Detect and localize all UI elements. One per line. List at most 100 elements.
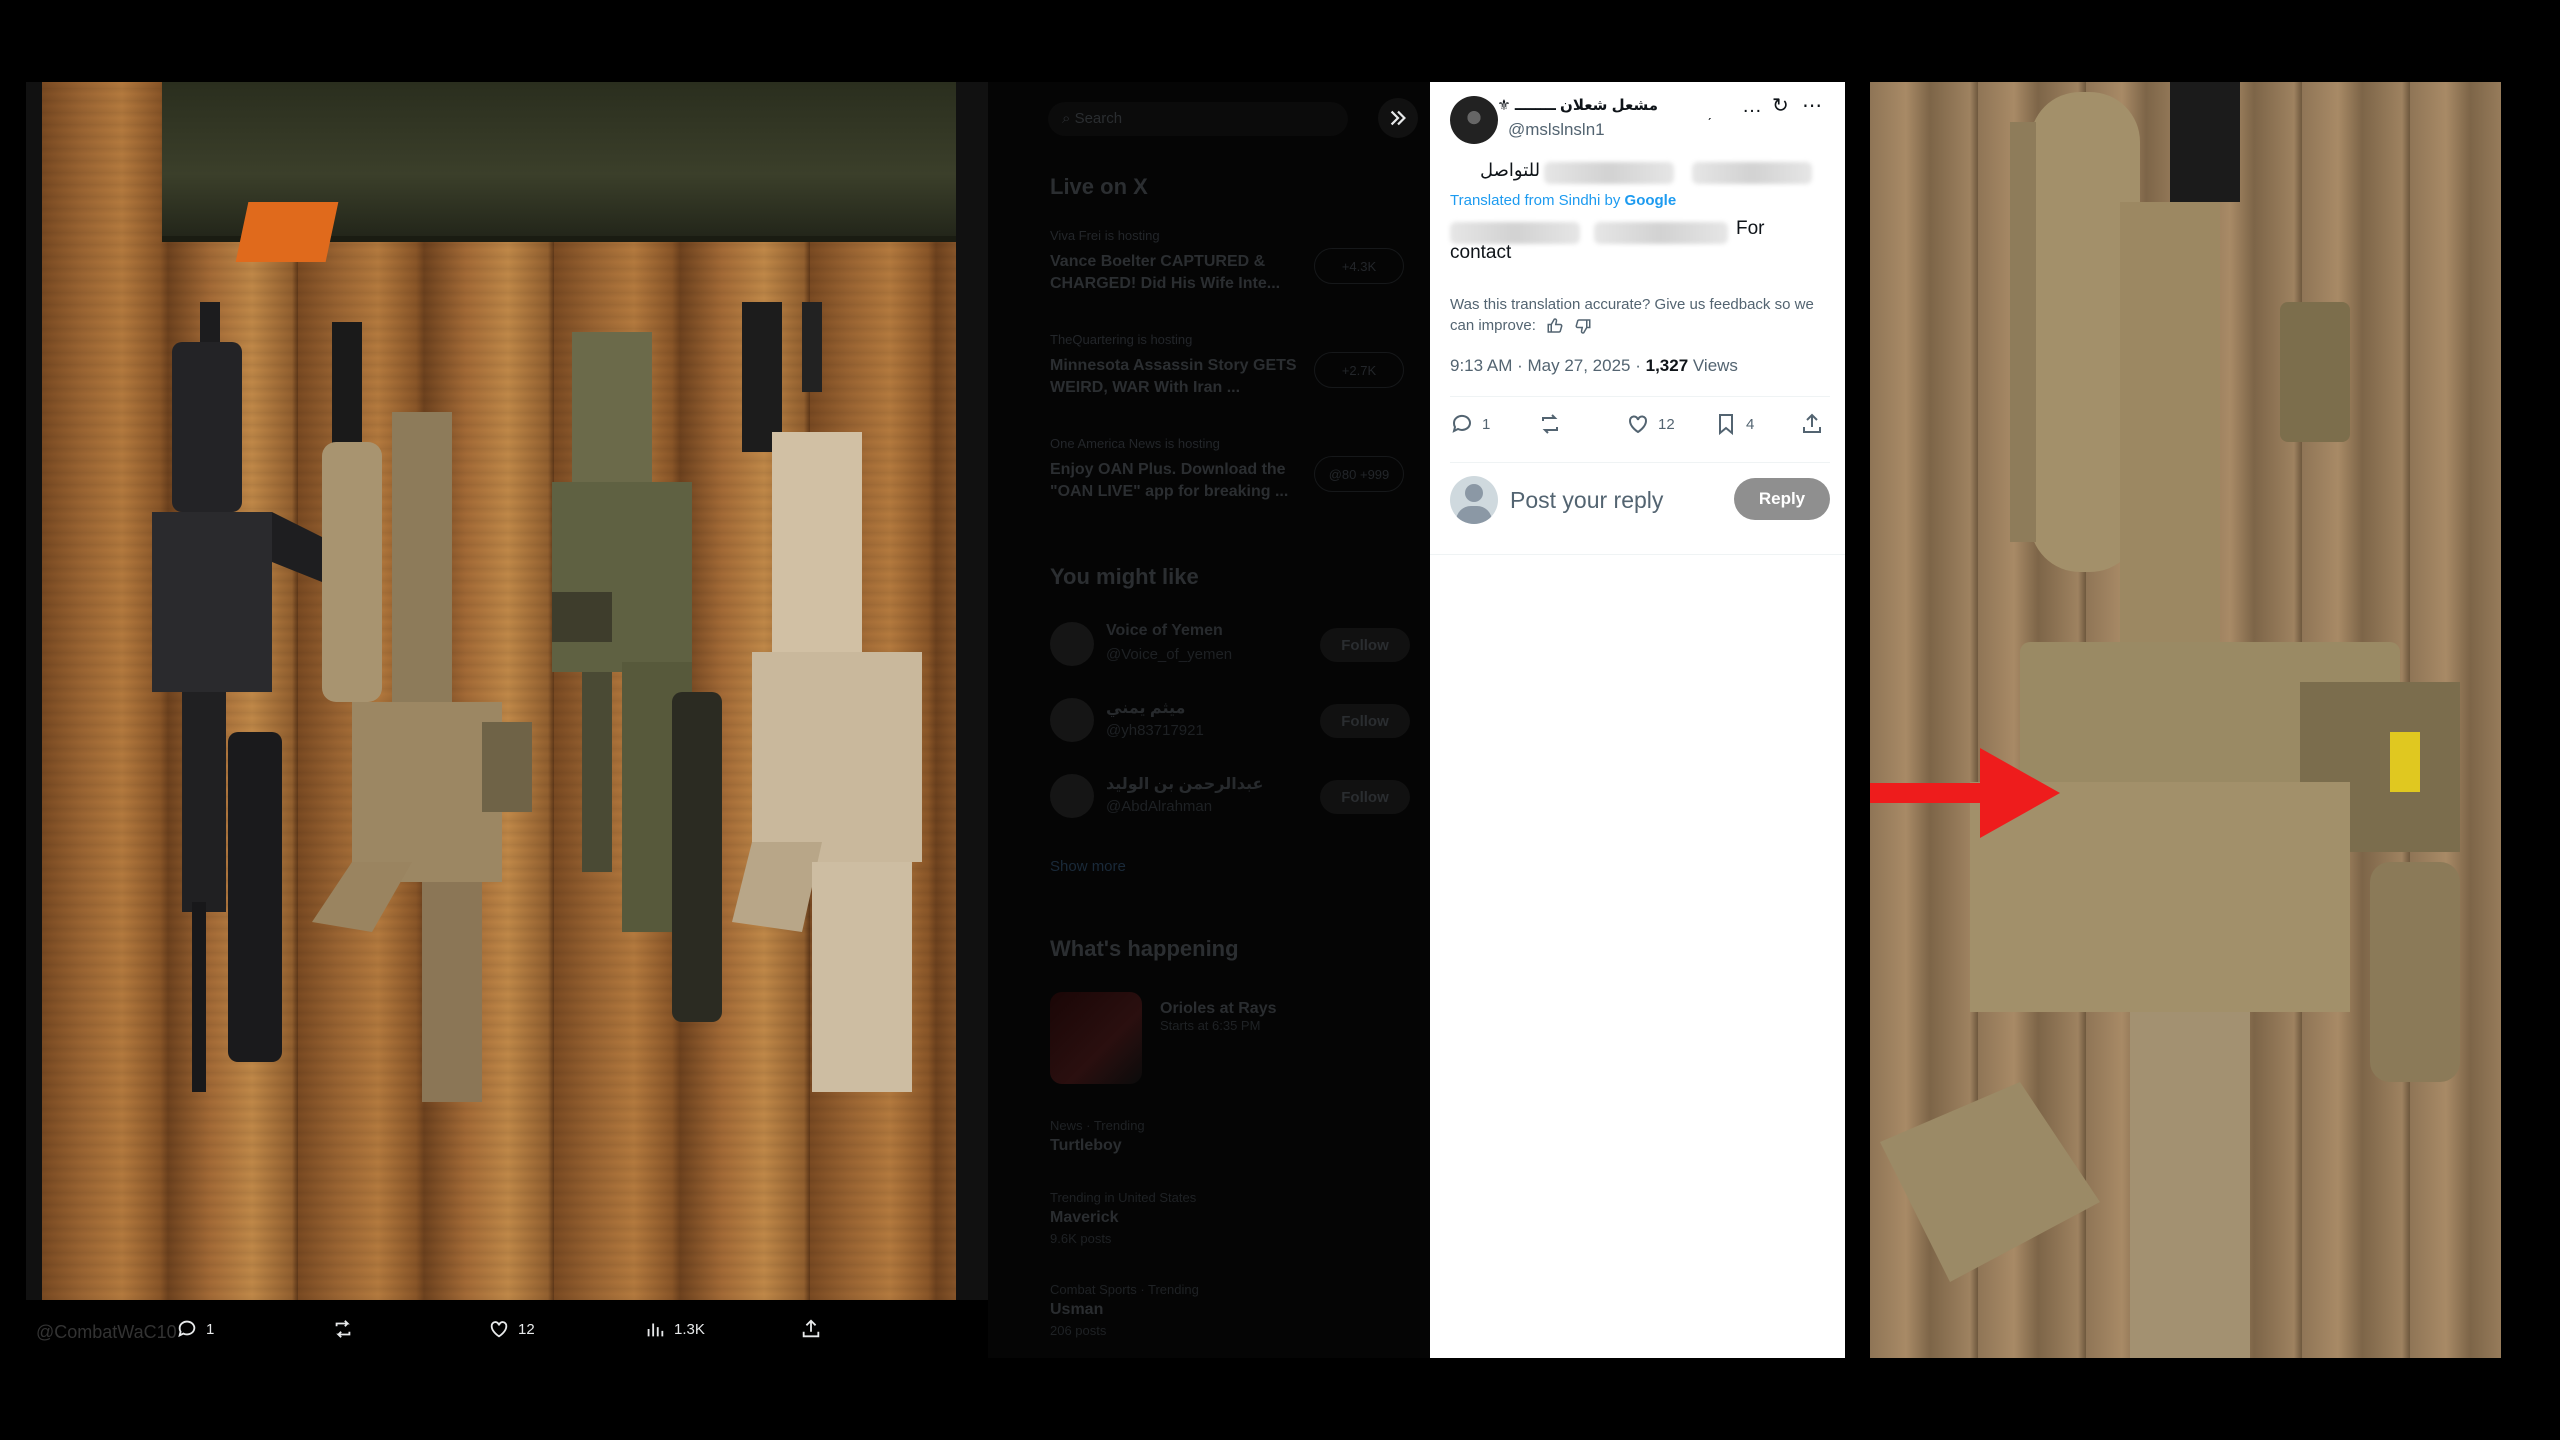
trend-meta: Combat Sports · Trending [1050,1282,1199,1297]
closeup-rifle [1880,82,2460,1358]
grok-icon[interactable]: … [1742,96,1762,116]
account-name: Voice of Yemen [1106,622,1223,639]
follow-button[interactable]: Follow [1320,704,1410,738]
author-handle[interactable]: @mslslnsln1 [1508,120,1605,140]
account-name: ميثم يمني [1106,700,1186,717]
follow-button[interactable]: Follow [1320,780,1410,814]
suggested-account[interactable]: عبدالرحمن بن الوليد @AbdAlrahman Follow [1050,768,1410,828]
divider [1450,462,1830,463]
left-action-bar: @CombatWaC10 1 12 1.3K [26,1300,988,1358]
divider [1430,554,1845,555]
search-input[interactable]: ⌕ Search [1048,102,1348,136]
like-count: 12 [1658,415,1675,433]
avatar [1050,622,1094,666]
heart-icon [1629,415,1647,434]
red-arrow-icon [1870,748,2060,838]
reply-input[interactable] [1510,486,1710,514]
bookmark-icon [1719,414,1733,436]
author-display-name[interactable]: مشعل شعلان ــــــــ ⚜ [1497,96,1658,114]
trend-meta: News · Trending [1050,1118,1145,1133]
left-share-button[interactable] [800,1318,822,1340]
tweet-action-bar: 1 12 4 [1450,412,1835,452]
repost-icon [1542,414,1558,434]
repost-button[interactable] [1538,412,1562,436]
thumbs-up-icon[interactable] [1546,317,1564,335]
views-icon [647,1323,664,1337]
tweet-timestamp: 9:13 AM · May 27, 2025 · 1,327 Views [1450,356,1738,376]
trend-item[interactable]: Trending in United States Maverick 9.6K … [1050,1190,1410,1246]
left-views-button[interactable]: 1.3K [644,1318,705,1340]
live-heading: Live on X [1050,174,1148,199]
show-more-link[interactable]: Show more [1050,858,1410,875]
share-icon [802,1319,820,1338]
trend-posts: 206 posts [1050,1323,1107,1338]
refresh-icon[interactable]: ↻ [1772,96,1789,116]
tweet-detail: مشعل شعلان ــــــــ ⚜ @mslslnsln1 ˏ … ↻ … [1430,82,1845,1358]
account-name: عبدالرحمن بن الوليد [1106,776,1264,793]
heart-icon [490,1321,508,1338]
closeup-photo[interactable] [1870,82,2501,1358]
trend-posts: 9.6K posts [1050,1231,1112,1246]
left-reply-button[interactable]: 1 [176,1318,214,1340]
trend-item[interactable]: News · Trending Turtleboy [1050,1118,1410,1155]
repost-icon [335,1320,351,1338]
suggested-account[interactable]: Voice of Yemen @Voice_of_yemen Follow [1050,616,1410,676]
reply-icon [1452,414,1471,433]
views-count: 1,327 [1645,356,1689,375]
happening-heading: What's happening [1050,936,1239,961]
left-views-count: 1.3K [674,1320,705,1338]
happening-event[interactable]: Orioles at Rays Starts at 6:35 PM [1160,996,1400,1033]
trend-title: Turtleboy [1050,1137,1122,1154]
orange-tag [235,202,339,262]
follow-button[interactable]: Follow [1320,628,1410,662]
reply-submit-button[interactable]: Reply [1734,478,1830,520]
live-item[interactable]: TheQuartering is hosting Minnesota Assas… [1050,332,1410,399]
tweet-time: 9:13 AM · May 27, 2025 · [1450,356,1646,375]
live-status: is hosting [1104,228,1160,243]
share-button[interactable] [1800,412,1824,436]
suggest-heading: You might like [1050,564,1199,589]
avatar [1050,774,1094,818]
trend-meta: Trending in United States [1050,1190,1197,1205]
author-avatar[interactable] [1450,96,1498,144]
reply-button[interactable]: 1 [1450,412,1490,436]
double-chevron-right-icon [1390,110,1406,126]
more-options-icon[interactable]: ⋯ [1802,96,1822,116]
suggested-account[interactable]: ميثم يمني @yh83717921 Follow [1050,692,1410,752]
left-reply-count: 1 [206,1320,215,1338]
reply-count: 1 [1482,415,1491,433]
reply-icon [178,1320,196,1338]
live-count: @80 +999 [1314,456,1404,492]
avatar [1050,698,1094,742]
tick-icon: ˏ [1707,104,1712,120]
live-count: +4.3K [1314,248,1404,284]
left-like-button[interactable]: 12 [488,1318,535,1340]
event-title: Orioles at Rays [1160,1000,1277,1017]
live-host: Viva Frei [1050,228,1102,243]
blurred-contact [1594,222,1728,244]
left-photo-panel: @CombatWaC10 1 12 1.3K [26,82,988,1358]
left-repost-button[interactable] [332,1318,354,1340]
translation-notice[interactable]: Translated from Sindhi by Google [1450,192,1676,209]
tweet-original-text: للتواصل [1480,160,1541,180]
bookmark-count: 4 [1746,415,1755,433]
live-host: One America News [1050,436,1162,451]
account-handle: @Voice_of_yemen [1106,646,1233,663]
trend-item[interactable]: Combat Sports · Trending Usman 206 posts [1050,1282,1410,1338]
like-button[interactable]: 12 [1626,412,1675,436]
bookmark-button[interactable]: 4 [1714,412,1754,436]
share-icon [1803,413,1821,433]
rifles-photo[interactable] [42,82,956,1300]
blurred-contact [1692,162,1812,184]
live-item[interactable]: Viva Frei is hosting Vance Boelter CAPTU… [1050,228,1410,295]
expand-button[interactable] [1378,98,1418,138]
live-item[interactable]: One America News is hosting Enjoy OAN Pl… [1050,436,1410,503]
trend-title: Usman [1050,1301,1104,1318]
thumbs-down-icon[interactable] [1574,317,1592,335]
rifle-tan [312,322,532,1102]
event-meta: Starts at 6:35 PM [1160,1018,1261,1033]
divider [1450,396,1830,397]
x-sidebar-dimmed: ⌕ Search Live on X Viva Frei is hosting … [988,82,1430,1358]
event-thumbnail[interactable] [1050,992,1142,1084]
live-title: Minnesota Assassin Story GETS WEIRD, WAR… [1050,357,1297,396]
